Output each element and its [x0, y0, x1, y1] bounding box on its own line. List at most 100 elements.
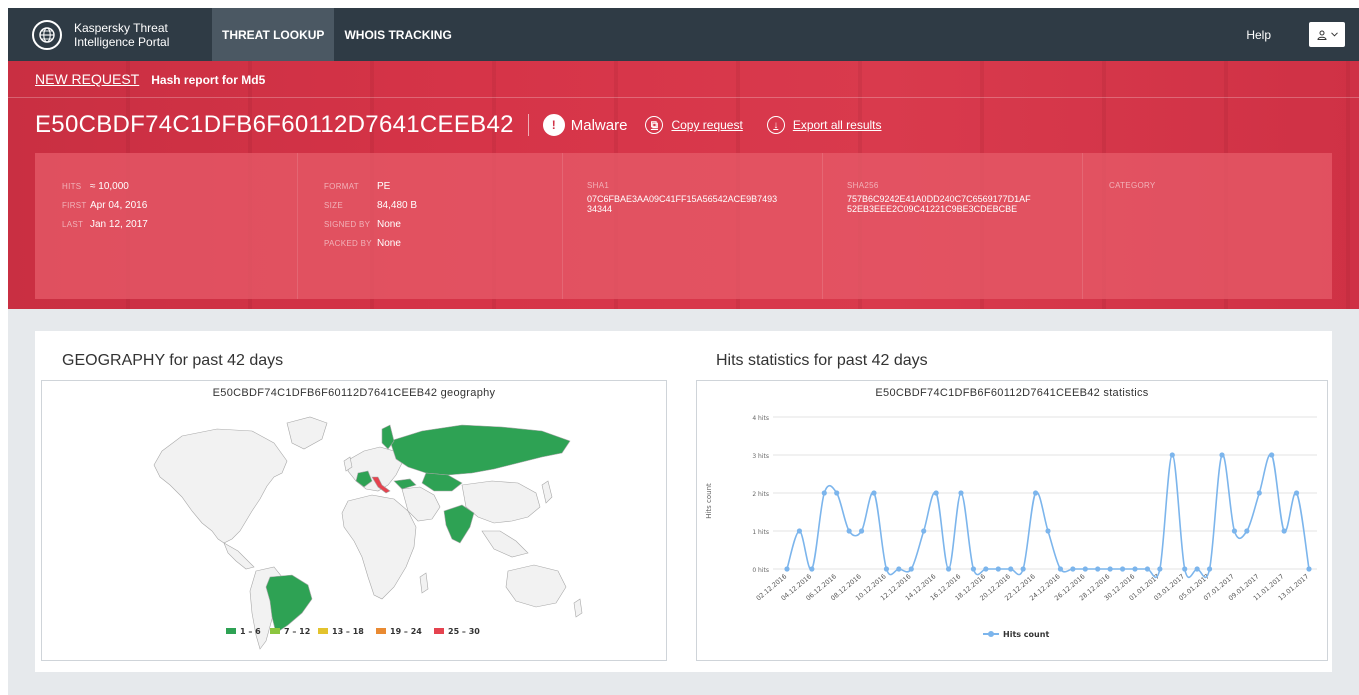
data-point[interactable]	[1144, 566, 1151, 572]
summary-sha1-column: SHA1 07C6FBAE3AA09C41FF15A56542ACE9B7493…	[563, 153, 823, 299]
data-point[interactable]	[995, 566, 1001, 572]
sha256-value-line2[interactable]: 52EB3EEE2C09C41221C9BE3CDEBCBE	[847, 204, 1082, 214]
data-point[interactable]	[883, 566, 890, 572]
tab-whois-tracking[interactable]: WHOIS TRACKING	[334, 8, 461, 61]
data-point[interactable]	[933, 490, 939, 496]
data-point[interactable]	[1281, 528, 1287, 534]
map-australia	[505, 564, 567, 608]
map-east-asia	[461, 480, 541, 524]
new-request-link[interactable]: NEW REQUEST	[35, 71, 139, 87]
last-seen-label: LAST	[62, 220, 84, 229]
hash-title: E50CBDF74C1DFB6F60112D7641CEEB42	[35, 111, 514, 138]
data-point[interactable]	[1219, 452, 1225, 458]
user-menu-button[interactable]	[1309, 22, 1345, 47]
map-japan	[541, 480, 553, 504]
data-point[interactable]	[809, 566, 815, 572]
first-seen-label: FIRST	[62, 201, 87, 210]
tab-threat-lookup[interactable]: THREAT LOOKUP	[212, 8, 335, 61]
size-label: SIZE	[324, 201, 343, 210]
data-point[interactable]	[1194, 566, 1200, 572]
stats-legend: Hits count	[983, 630, 1049, 639]
map-turkey	[393, 478, 417, 490]
data-point[interactable]	[896, 566, 902, 572]
sha1-value-line1[interactable]: 07C6FBAE3AA09C41FF15A56542ACE9B7493	[587, 194, 822, 204]
help-link[interactable]: Help	[1246, 28, 1271, 42]
data-point[interactable]	[821, 490, 827, 496]
data-point[interactable]	[1095, 566, 1101, 572]
signed-by-label: SIGNED BY	[324, 220, 371, 229]
last-seen-value: Jan 12, 2017	[90, 219, 148, 230]
data-point[interactable]	[1057, 566, 1064, 572]
copy-request-button[interactable]: ⧉ Copy request	[645, 116, 743, 134]
data-point[interactable]	[834, 490, 840, 496]
data-point[interactable]	[1119, 566, 1126, 572]
map-kazakhstan	[421, 472, 463, 492]
data-point[interactable]	[1107, 566, 1113, 572]
sha256-value-line1[interactable]: 757B6C9242E41A0DD240C7C6569177D1AF	[847, 194, 1082, 204]
data-point[interactable]	[1206, 566, 1213, 572]
hits-value: ≈ 10,000	[90, 181, 129, 192]
data-point[interactable]	[1169, 452, 1175, 458]
data-point[interactable]	[1182, 566, 1188, 572]
breadcrumb: NEW REQUEST Hash report for Md5	[35, 71, 265, 87]
category-label: CATEGORY	[1109, 181, 1156, 190]
data-point[interactable]	[846, 528, 852, 534]
data-point[interactable]	[1132, 566, 1138, 572]
summary-hits-column: HITS ≈ 10,000 FIRST Apr 04, 2016 LAST Jan 1…	[35, 153, 298, 299]
y-tick-label: 4 hits	[752, 415, 769, 422]
sha1-value-line2[interactable]: 34344	[587, 204, 822, 214]
summary-category-column: CATEGORY	[1083, 153, 1332, 299]
series-line-hits-count	[786, 453, 1310, 579]
data-point[interactable]	[858, 528, 865, 534]
data-point[interactable]	[784, 566, 790, 572]
data-point[interactable]	[945, 566, 952, 572]
data-point[interactable]	[1244, 528, 1250, 534]
download-icon: ↓	[766, 116, 785, 134]
data-point[interactable]	[1082, 566, 1088, 572]
data-point[interactable]	[1070, 566, 1076, 572]
legend-label-3: 13 – 18	[332, 627, 364, 636]
geography-map-panel: E50CBDF74C1DFB6F60112D7641CEEB42 geograp…	[41, 380, 667, 661]
data-point[interactable]	[1045, 528, 1051, 534]
data-point[interactable]	[1032, 490, 1039, 496]
data-point[interactable]	[921, 528, 927, 534]
data-point[interactable]	[970, 566, 977, 572]
map-greenland	[286, 416, 328, 450]
data-point[interactable]	[1157, 566, 1163, 572]
data-point[interactable]	[1231, 528, 1238, 534]
export-results-button[interactable]: ↓ Export all results	[766, 116, 882, 134]
data-point[interactable]	[958, 490, 964, 496]
data-point[interactable]	[796, 528, 803, 534]
data-point[interactable]	[908, 566, 914, 572]
user-icon	[1316, 30, 1327, 40]
data-point[interactable]	[1293, 490, 1300, 496]
data-point[interactable]	[1020, 566, 1026, 572]
verdict-label: Malware	[570, 116, 628, 134]
legend-swatch-3	[318, 628, 328, 634]
data-point[interactable]	[871, 490, 877, 496]
map-southeast-asia	[481, 530, 529, 558]
data-point[interactable]	[1306, 566, 1312, 572]
data-point[interactable]	[1256, 490, 1262, 496]
report-header: NEW REQUEST Hash report for Md5 E50CBDF7…	[8, 61, 1359, 309]
export-results-label: Export all results	[792, 118, 882, 132]
report-type-label: Hash report for Md5	[151, 73, 266, 87]
data-point[interactable]	[1269, 452, 1275, 458]
chevron-down-icon	[1330, 32, 1338, 37]
portal-logo[interactable]: Kaspersky Threat Intelligence Portal	[8, 8, 212, 61]
packed-by-label: PACKED BY	[324, 239, 372, 248]
verdict-badge: ! Malware	[542, 114, 628, 136]
data-point[interactable]	[1008, 566, 1014, 572]
map-africa	[341, 494, 417, 600]
y-tick-label: 2 hits	[752, 491, 769, 498]
map-north-america	[153, 428, 288, 544]
legend-swatch-1	[226, 628, 236, 634]
legend-swatch-2	[270, 628, 280, 634]
hits-line-chart: Hits count 0 hits 1 hits 2 hits 3 hits 4 hit…	[705, 415, 1317, 639]
kaspersky-globe-icon	[32, 19, 62, 50]
map-russia	[389, 424, 571, 476]
data-point[interactable]	[983, 566, 989, 572]
first-seen-value: Apr 04, 2016	[90, 200, 148, 211]
charts-card: GEOGRAPHY for past 42 days Hits statisti…	[35, 331, 1332, 672]
format-label: FORMAT	[324, 182, 359, 191]
